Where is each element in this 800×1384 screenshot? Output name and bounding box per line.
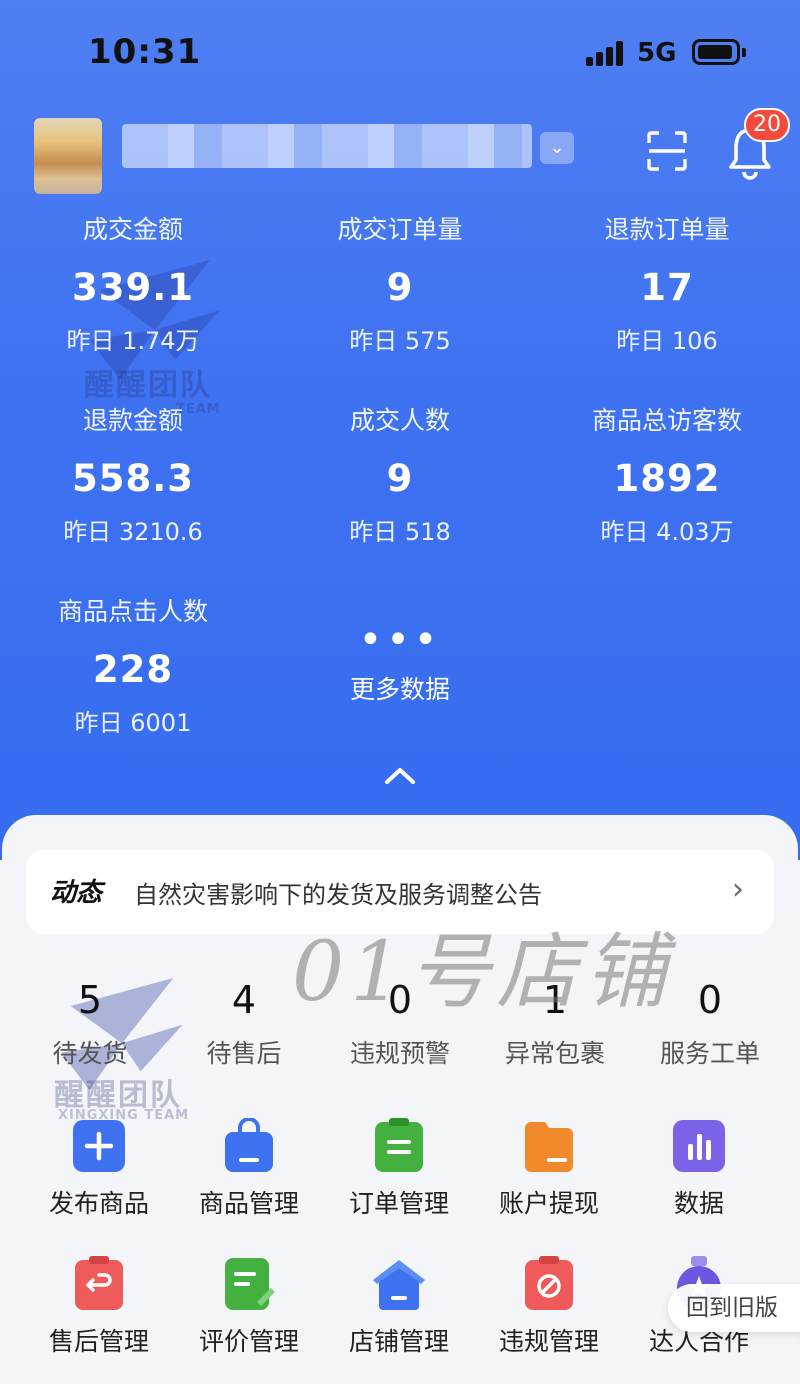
stat-value: 558.3	[71, 457, 195, 500]
watermark-brand: 醒醒团队	[84, 368, 212, 403]
tool-data[interactable]: 数据	[624, 1118, 774, 1222]
tool-publish-product[interactable]: 发布商品	[24, 1118, 174, 1222]
chevron-right-icon: ›	[732, 872, 744, 907]
stat-yesterday: 昨日 518	[349, 518, 451, 546]
tool-label: 订单管理	[348, 1189, 449, 1218]
shop-overlay-label: 01号店铺	[292, 925, 673, 1020]
stat-label: 成交金额	[82, 215, 183, 244]
stat-value: 1892	[613, 457, 721, 500]
stat-label: 商品总访客数	[591, 406, 742, 435]
counter-label: 异常包裹	[504, 1039, 605, 1068]
status-bar: 10:31 5G	[0, 0, 800, 100]
tool-order-management[interactable]: 订单管理	[324, 1118, 474, 1222]
tool-label: 店铺管理	[348, 1327, 449, 1356]
stat-label: 商品点击人数	[57, 597, 208, 626]
tool-label: 商品管理	[198, 1189, 299, 1218]
stat-refund-amount[interactable]: 退款金额 558.3 昨日 3210.6	[0, 401, 266, 551]
stat-label: 退款订单量	[604, 215, 730, 244]
stat-clicks[interactable]: 商品点击人数 228 昨日 6001	[0, 592, 266, 742]
review-icon	[225, 1258, 275, 1310]
stat-orders[interactable]: 成交订单量 9 昨日 575	[267, 210, 533, 360]
counter-label: 服务工单	[659, 1039, 760, 1068]
wallet-icon	[525, 1122, 573, 1172]
shop-selector-row: ⌄	[0, 110, 800, 194]
tool-review-management[interactable]: 评价管理	[174, 1256, 324, 1360]
stat-gmv[interactable]: 成交金额 339.1 昨日 1.74万	[0, 210, 266, 360]
stat-label: 成交人数	[349, 406, 450, 435]
more-data-label: 更多数据	[349, 675, 450, 704]
tool-label: 账户提现	[498, 1189, 599, 1218]
stat-yesterday: 昨日 3210.6	[63, 518, 203, 546]
shop-name-blurred[interactable]	[122, 124, 532, 168]
tool-label: 发布商品	[48, 1189, 149, 1218]
stat-label: 退款金额	[82, 406, 183, 435]
stat-value: 17	[640, 266, 694, 309]
stat-yesterday: 昨日 575	[349, 327, 451, 355]
tool-aftersale-management[interactable]: 售后管理	[24, 1256, 174, 1360]
stat-yesterday: 昨日 1.74万	[66, 327, 200, 355]
tool-label: 售后管理	[48, 1327, 149, 1356]
counter-pending-shipment[interactable]: 5 待发货	[10, 975, 170, 1081]
stat-value: 9	[386, 266, 414, 309]
plus-icon	[73, 1120, 125, 1172]
stat-yesterday: 昨日 106	[616, 327, 718, 355]
old-version-button[interactable]: 回到旧版	[668, 1284, 800, 1332]
shop-avatar[interactable]	[34, 118, 102, 194]
tool-store-management[interactable]: 店铺管理	[324, 1256, 474, 1360]
bar-chart-icon	[673, 1120, 725, 1172]
chevron-up-icon[interactable]	[383, 764, 417, 786]
notice-tag: 动态	[50, 878, 103, 908]
counter-value: 5	[77, 978, 103, 1022]
counter-label: 待售后	[206, 1039, 282, 1068]
after-sale-icon	[75, 1256, 123, 1310]
store-icon	[373, 1260, 425, 1310]
tool-label: 数据	[673, 1189, 724, 1218]
network-label: 5G	[637, 38, 677, 68]
notification-badge: 20	[744, 108, 790, 142]
stat-value: 339.1	[71, 266, 195, 309]
tool-label: 评价管理	[198, 1327, 299, 1356]
tool-withdraw[interactable]: 账户提现	[474, 1118, 624, 1222]
stat-visitors[interactable]: 商品总访客数 1892 昨日 4.03万	[534, 401, 800, 551]
stat-yesterday: 昨日 4.03万	[600, 518, 734, 546]
order-list-icon	[375, 1118, 423, 1172]
chevron-down-icon[interactable]: ⌄	[540, 132, 574, 164]
more-dots-icon: •••	[358, 617, 442, 663]
stat-label: 成交订单量	[337, 215, 463, 244]
tool-violation-management[interactable]: 违规管理	[474, 1256, 624, 1360]
more-data-button[interactable]: ••• 更多数据	[267, 620, 533, 712]
counter-label: 待发货	[52, 1039, 128, 1068]
scan-icon[interactable]	[646, 130, 688, 172]
stat-value: 228	[92, 648, 174, 691]
tool-product-management[interactable]: 商品管理	[174, 1118, 324, 1222]
battery-icon	[692, 39, 746, 65]
counter-label: 违规预警	[349, 1039, 450, 1068]
shopping-bag-icon	[225, 1118, 273, 1172]
stat-buyers[interactable]: 成交人数 9 昨日 518	[267, 401, 533, 551]
tool-label: 违规管理	[498, 1327, 599, 1356]
violation-icon	[525, 1256, 573, 1310]
stat-refund-orders[interactable]: 退款订单量 17 昨日 106	[534, 210, 800, 360]
stat-value: 9	[386, 457, 414, 500]
status-time: 10:31	[88, 32, 202, 72]
signal-icon	[586, 40, 626, 66]
stat-yesterday: 昨日 6001	[74, 709, 192, 737]
